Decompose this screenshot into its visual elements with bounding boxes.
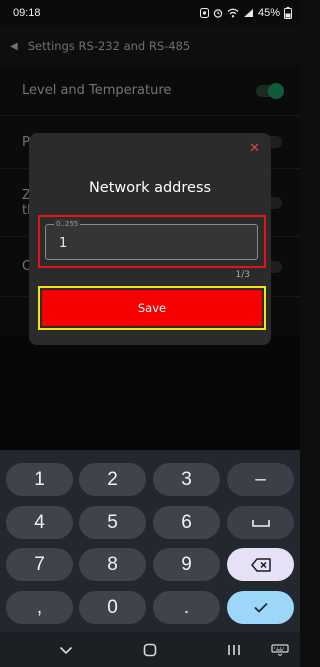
wifi-icon [227, 8, 239, 18]
status-bar: 09:18 45% [0, 0, 300, 26]
chevron-down-icon [59, 646, 73, 654]
save-button[interactable]: Save [42, 290, 262, 326]
checkmark-icon [253, 602, 268, 613]
dialog-title: Network address [88, 180, 212, 196]
system-nav-bar [0, 632, 300, 667]
key-9[interactable]: 9 [153, 548, 220, 581]
input-range-label: 0..255 [54, 219, 81, 229]
key-2[interactable]: 2 [79, 463, 146, 496]
save-highlight-frame: Save [38, 286, 266, 330]
keyboard-hide-button[interactable] [268, 640, 292, 660]
nav-back-button[interactable] [54, 640, 78, 660]
done-key[interactable] [227, 591, 294, 624]
numeric-keyboard: 1 2 3 – 4 5 6 7 8 9 , 0 . [0, 450, 300, 632]
signal-icon [243, 8, 254, 18]
backspace-icon [250, 557, 271, 572]
key-minus[interactable]: – [227, 463, 294, 496]
key-4[interactable]: 4 [6, 506, 73, 539]
network-address-field[interactable]: 0..255 [45, 219, 258, 260]
keyboard-icon [271, 644, 289, 656]
key-7[interactable]: 7 [6, 548, 73, 581]
space-key[interactable] [227, 506, 294, 539]
status-time: 09:18 [13, 7, 41, 19]
close-icon[interactable]: ✕ [249, 141, 260, 156]
key-1[interactable]: 1 [6, 463, 73, 496]
key-5[interactable]: 5 [79, 506, 146, 539]
backspace-key[interactable] [227, 548, 294, 581]
network-address-input[interactable] [59, 234, 249, 252]
battery-percent: 45% [257, 7, 280, 19]
nav-recents-button[interactable] [222, 640, 246, 660]
notification-icon [199, 8, 209, 18]
input-highlight-frame: 0..255 [38, 215, 266, 268]
battery-icon [284, 7, 292, 19]
recents-icon [228, 645, 240, 655]
home-icon [143, 643, 157, 657]
status-icons: 45% [199, 7, 292, 19]
network-address-dialog: ✕ Network address 0..255 1/3 Save [29, 133, 271, 345]
character-counter: 1/3 [235, 270, 250, 280]
key-comma[interactable]: , [6, 591, 73, 624]
nav-home-button[interactable] [138, 640, 162, 660]
space-icon [251, 519, 270, 527]
key-3[interactable]: 3 [153, 463, 220, 496]
alarm-icon [213, 8, 223, 18]
key-0[interactable]: 0 [79, 591, 146, 624]
key-period[interactable]: . [153, 591, 220, 624]
key-8[interactable]: 8 [79, 548, 146, 581]
key-6[interactable]: 6 [153, 506, 220, 539]
